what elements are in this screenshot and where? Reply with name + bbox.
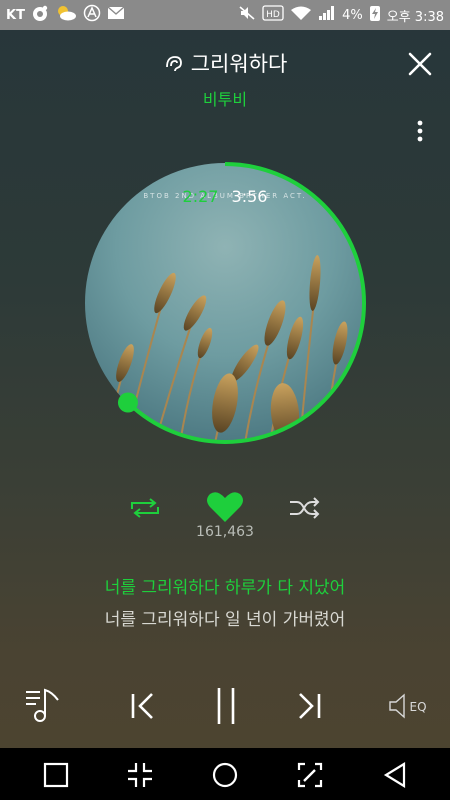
status-left: KT: [6, 4, 125, 26]
playlist-button[interactable]: [24, 686, 64, 724]
repeat-icon: [131, 498, 159, 518]
hd-badge: HD: [262, 5, 284, 25]
back-icon: [383, 762, 406, 788]
next-icon: [299, 693, 321, 719]
progress-ring[interactable]: [79, 157, 371, 449]
status-time: 오후 3:38: [386, 9, 444, 25]
like-count: 161,463: [196, 524, 254, 540]
lyric-current-line[interactable]: 너를 그리워하다 하루가 다 지났어: [0, 573, 450, 598]
pause-button[interactable]: [212, 686, 240, 726]
home-icon: [212, 762, 238, 788]
previous-button[interactable]: [128, 690, 158, 722]
next-button[interactable]: [294, 690, 324, 722]
edit-button[interactable]: [296, 761, 324, 789]
equalizer-button[interactable]: EQ: [388, 692, 430, 720]
message-icon: [107, 5, 125, 25]
back-button[interactable]: [381, 761, 409, 789]
close-icon: [408, 52, 432, 76]
sound-wave-icon: [163, 53, 185, 78]
shuffle-icon: [290, 497, 320, 519]
more-options-button[interactable]: [410, 118, 430, 146]
status-bar: KT HD 4% 오후 3:38: [0, 0, 450, 30]
recent-apps-button[interactable]: [42, 761, 70, 789]
recent-apps-icon: [43, 762, 69, 788]
home-button[interactable]: [211, 761, 239, 789]
song-title: 그리워하다: [190, 52, 288, 76]
previous-icon: [131, 693, 153, 719]
status-right: HD 4% 오후 3:38: [238, 4, 444, 26]
weather-icon: [55, 4, 77, 26]
minimize-button[interactable]: [126, 761, 154, 789]
edit-icon: [297, 762, 323, 788]
heart-icon: [207, 492, 243, 522]
lyric-next-line[interactable]: 너를 그리워하다 일 년이 가버렸어: [0, 605, 450, 630]
shuffle-button[interactable]: [288, 495, 322, 521]
svg-text:HD: HD: [266, 10, 280, 20]
battery-percent: 4%: [342, 7, 363, 23]
close-button[interactable]: [404, 48, 436, 80]
progress-knob[interactable]: [117, 392, 138, 413]
artist-name[interactable]: 비투비: [0, 86, 450, 110]
system-nav-bar: [0, 748, 450, 800]
battery-charging-icon: [369, 4, 381, 26]
carrier-label: KT: [6, 7, 25, 23]
music-notification-icon: [31, 4, 49, 26]
eq-label: EQ: [409, 700, 426, 714]
wifi-icon: [290, 5, 312, 25]
mute-icon: [238, 5, 256, 25]
app-a-icon: [83, 4, 101, 26]
signal-icon: [318, 5, 336, 25]
album-area: BTOB 2ND ALBUM BRTHER ACT. 2:27 3:56: [84, 162, 366, 444]
repeat-button[interactable]: [128, 495, 162, 521]
more-icon: [417, 120, 423, 142]
song-title-row: 그리워하다: [0, 48, 450, 78]
like-button[interactable]: [206, 490, 244, 524]
equalizer-icon: EQ: [389, 693, 427, 719]
playlist-icon: [26, 688, 59, 722]
pause-icon: [217, 688, 235, 724]
minimize-icon: [128, 763, 152, 787]
